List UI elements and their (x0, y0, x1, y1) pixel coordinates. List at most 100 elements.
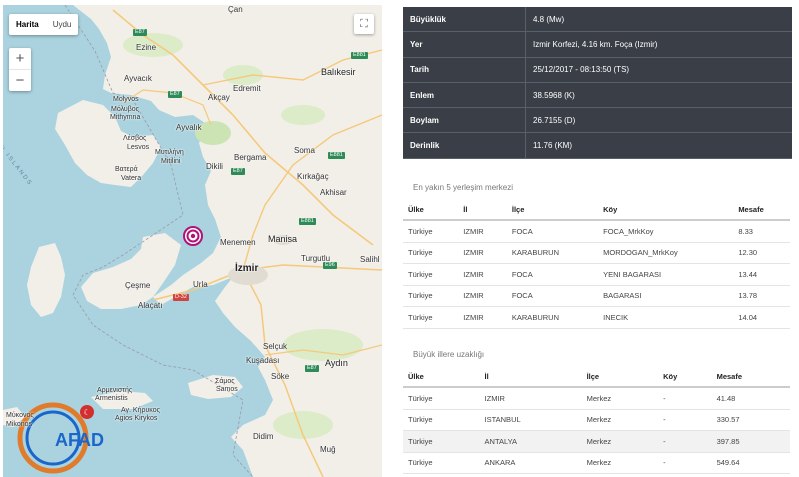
city-akhisar: Akhisar (320, 188, 347, 197)
city-ezine: Ezine (136, 43, 157, 52)
col-header: Mesafe (733, 200, 790, 221)
cell: - (658, 430, 712, 453)
zoom-control: + − (9, 48, 31, 91)
city-salihli: Salihl (360, 255, 380, 264)
road-shield: E87 (231, 168, 245, 175)
cell: Türkiye (403, 242, 459, 264)
detail-key: Boylam (403, 107, 526, 134)
city-mytilini-latin: Mitilini (161, 158, 181, 165)
cell: 330.57 (711, 409, 790, 431)
cell: 41.48 (711, 387, 790, 410)
city-menemen: Menemen (220, 238, 256, 247)
cell: YENI BAGARASI (598, 263, 734, 286)
road-shield: E87 (305, 365, 319, 372)
city-samos-latin: Samos (216, 386, 238, 393)
earthquake-details-table: Büyüklük 4.8 (Mw) Yer Izmir Korfezi, 4.16 … (403, 7, 792, 159)
zoom-in-button[interactable]: + (9, 48, 31, 69)
road-shield: D-32 (173, 294, 189, 301)
cell: MORDOGAN_MrkKoy (598, 242, 734, 264)
cell: FOCA (506, 263, 599, 286)
cell: IZMIR (458, 306, 507, 329)
table-row: Türkiye IZMIR Merkez -41.48 (403, 387, 790, 410)
detail-value: 4.8 (Mw) (525, 7, 792, 33)
city-kirkagac: Kırkağaç (297, 172, 329, 181)
cell: - (658, 387, 712, 410)
city-can: Çan (228, 5, 243, 14)
earthquake-map[interactable]: ☾ Çan Ezine Ayvacık Μόλυβος Molyvos Mith… (3, 5, 382, 477)
detail-value: 25/12/2017 - 08:13:50 (TS) (525, 57, 792, 83)
city-agios-kirykos: Αγ. Κήρυκος (121, 407, 160, 414)
cell: Türkiye (403, 285, 459, 307)
table-row: Türkiye IZMIR KARABURUN INECIK 14.04 (403, 306, 790, 329)
cell: ANTALYA (479, 430, 582, 453)
detail-value: 38.5968 (K) (525, 82, 792, 109)
city-armenistis-latin: Armenistis (95, 395, 128, 402)
cell: IZMIR (458, 220, 507, 243)
cell: Türkiye (403, 387, 480, 410)
cell: Türkiye (403, 430, 480, 453)
detail-row: Enlem 38.5968 (K) (403, 82, 792, 109)
detail-row: Derinlik 11.76 (KM) (403, 132, 792, 159)
city-urla: Urla (193, 280, 208, 289)
table-row: Türkiye IZMIR FOCA YENI BAGARASI 13.44 (403, 263, 790, 286)
city-soma: Soma (294, 146, 315, 155)
city-ayvalik: Ayvalık (176, 123, 202, 132)
cell: ISTANBUL (479, 409, 582, 431)
zoom-out-button[interactable]: − (9, 69, 31, 91)
detail-key: Enlem (403, 82, 526, 109)
city-soke: Söke (271, 372, 290, 381)
col-header: İlçe (581, 367, 659, 388)
cities-distance-title: Büyük illere uzaklığı (413, 350, 485, 359)
city-mykonos: Μύκονος (6, 412, 34, 419)
cell: - (658, 409, 712, 431)
road-shield: E881 (299, 218, 316, 225)
city-ayvacik: Ayvacık (124, 74, 152, 83)
detail-row: Tarih 25/12/2017 - 08:13:50 (TS) (403, 57, 792, 83)
city-dikili: Dikili (206, 162, 223, 171)
epicenter-marker[interactable] (183, 226, 203, 246)
city-didim: Didim (253, 432, 274, 441)
city-lesvos-latin: Lesvos (127, 144, 150, 151)
fullscreen-button[interactable]: ⛶ (354, 14, 374, 34)
road-shield: E87 (168, 91, 182, 98)
city-agios-kirykos-latin: Agios Kirykos (115, 415, 158, 422)
col-header: Ülke (403, 200, 459, 221)
table-row: Türkiye ANTALYA Merkez -397.85 (403, 430, 790, 453)
cell: Türkiye (403, 263, 459, 286)
detail-key: Derinlik (403, 132, 526, 159)
city-alacati: Alaçatı (138, 301, 163, 310)
cell: FOCA_MrkKoy (598, 220, 734, 243)
cell: IZMIR (458, 242, 507, 264)
map-type-uydu[interactable]: Uydu (46, 14, 79, 35)
detail-value: 11.76 (KM) (525, 132, 792, 159)
city-armenistis: Αρμενιστής (97, 387, 133, 394)
city-mithymna-latin: Mithymna (110, 114, 141, 121)
city-vatera: Βατερά (115, 166, 138, 173)
cities-distance-table: Ülke İl İlçe Köy Mesafe Türkiye IZMIR Merk… (403, 367, 790, 474)
city-aydin: Aydın (325, 358, 348, 368)
detail-row: Boylam 26.7155 (D) (403, 107, 792, 134)
col-header: İl (458, 200, 507, 221)
cell: Türkiye (403, 452, 480, 474)
col-header: İl (479, 367, 582, 388)
col-header: Köy (598, 200, 734, 221)
road-shield: E881 (328, 152, 345, 159)
city-molyvos: Μόλυβος (111, 106, 140, 113)
map-type-harita[interactable]: Harita (9, 14, 46, 35)
city-selcuk: Selçuk (263, 342, 288, 351)
cell: 13.44 (733, 263, 790, 286)
city-izmir: İzmir (235, 263, 259, 274)
detail-key: Tarih (403, 57, 526, 83)
city-vatera-latin: Vatera (121, 175, 142, 182)
cell: 397.85 (711, 430, 790, 453)
city-akcay: Akçay (208, 93, 230, 102)
chios-island (27, 243, 65, 317)
cell: 12.30 (733, 242, 790, 264)
city-mykonos-latin: Mikonos (6, 421, 33, 428)
table-row: Türkiye IZMIR FOCA BAGARASI 13.78 (403, 285, 790, 307)
table-row: Türkiye IZMIR KARABURUN MORDOGAN_MrkKoy 12.3… (403, 242, 790, 264)
col-header: Ülke (403, 367, 480, 388)
afad-logo-text: AFAD (55, 430, 104, 450)
table-row: Türkiye IZMIR FOCA FOCA_MrkKoy 8.33 (403, 220, 790, 243)
cell: Türkiye (403, 220, 459, 243)
